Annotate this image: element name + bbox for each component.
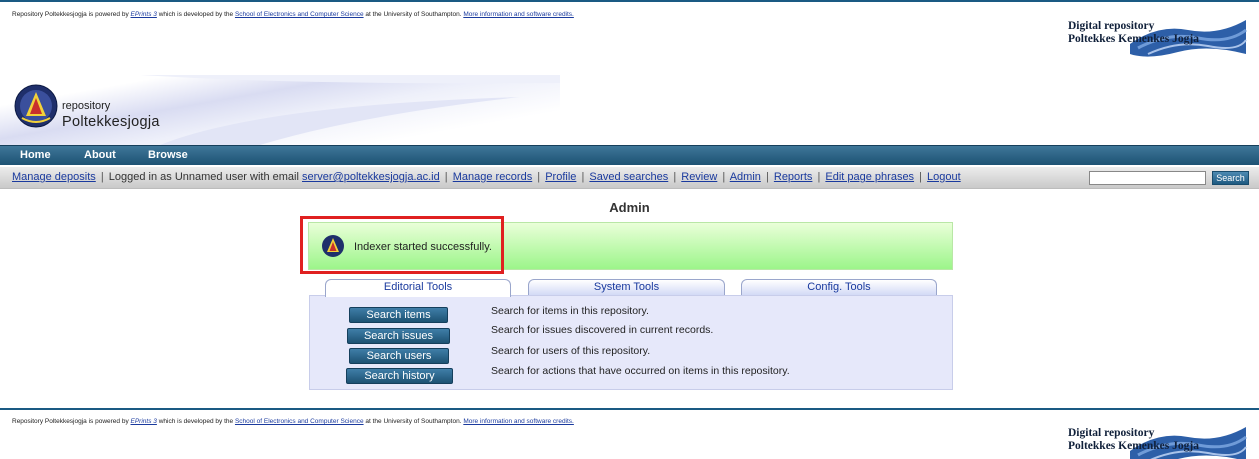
badge-line-1: Digital repository [1068,20,1155,32]
separator: | [444,171,448,183]
badge-line-1: Digital repository [1068,427,1155,439]
logo-text-repository: repository [62,100,111,112]
credits-middle: which is developed by the [158,11,234,18]
credits-middle-2: at the University of Southampton. [365,11,462,18]
separator: | [919,171,922,183]
separator: | [817,171,821,183]
search-button[interactable]: Search [1212,171,1249,185]
top-border [0,0,1259,2]
reports-link[interactable]: Reports [774,171,813,183]
separator: | [100,171,104,183]
software-credits-link[interactable]: More information and software credits. [463,11,574,18]
search-history-button[interactable]: Search history [346,368,453,384]
search-items-description: Search for items in this repository. [491,305,649,317]
footer-border [0,408,1259,410]
simple-search-input[interactable] [1089,171,1206,185]
edit-page-phrases-link[interactable]: Edit page phrases [825,171,914,183]
logged-in-text: Logged in as Unnamed user with email [108,171,299,183]
credits-prefix: Repository Poltekkesjogja is powered by [12,418,129,425]
digital-repository-badge[interactable]: Digital repository Poltekkes Kemenkes Jo… [1062,8,1252,58]
footer-credits: Repository Poltekkesjogja is powered by … [12,418,574,425]
school-link[interactable]: School of Electronics and Computer Scien… [235,11,364,18]
eprints-link[interactable]: EPrints 3 [131,11,157,18]
eprints-link[interactable]: EPrints 3 [131,418,157,425]
highlight-box [300,216,504,274]
credits-middle: which is developed by the [158,418,234,425]
search-issues-description: Search for issues discovered in current … [491,324,714,336]
search-users-button[interactable]: Search users [349,348,449,364]
nav-about[interactable]: About [84,149,116,161]
search-users-description: Search for users of this repository. [491,345,651,357]
key-tools-bar: Manage deposits | Logged in as Unnamed u… [0,167,1259,189]
badge-line-2: Poltekkes Kemenkes Jogja [1068,440,1199,452]
software-credits-link[interactable]: More information and software credits. [463,418,574,425]
separator: | [722,171,726,183]
logout-link[interactable]: Logout [927,171,961,183]
user-email-link[interactable]: server@poltekkesjogja.ac.id [302,171,440,183]
poltekkes-logo-icon[interactable] [14,82,58,130]
admin-link[interactable]: Admin [730,171,761,183]
header-credits: Repository Poltekkesjogja is powered by … [12,11,574,18]
search-issues-button[interactable]: Search issues [347,328,450,344]
separator: | [673,171,677,183]
badge-line-2: Poltekkes Kemenkes Jogja [1068,33,1199,45]
logo-text-name: Poltekkesjogja [62,114,160,130]
nav-home[interactable]: Home [20,149,51,161]
separator: | [537,171,541,183]
separator: | [581,171,585,183]
tab-editorial-tools[interactable]: Editorial Tools [325,279,511,297]
review-link[interactable]: Review [681,171,717,183]
search-items-button[interactable]: Search items [349,307,448,323]
tab-config-tools[interactable]: Config. Tools [741,279,937,296]
saved-searches-link[interactable]: Saved searches [589,171,668,183]
digital-repository-badge[interactable]: Digital repository Poltekkes Kemenkes Jo… [1062,415,1252,459]
separator: | [765,171,769,183]
manage-deposits-link[interactable]: Manage deposits [12,171,96,183]
credits-prefix: Repository Poltekkesjogja is powered by [12,11,129,18]
nav-browse[interactable]: Browse [148,149,188,161]
main-nav: Home About Browse [0,145,1259,165]
profile-link[interactable]: Profile [545,171,576,183]
tab-system-tools[interactable]: System Tools [528,279,725,296]
manage-records-link[interactable]: Manage records [453,171,533,183]
credits-middle-2: at the University of Southampton. [365,418,462,425]
school-link[interactable]: School of Electronics and Computer Scien… [235,418,364,425]
search-history-description: Search for actions that have occurred on… [491,365,790,377]
page-title: Admin [609,200,650,215]
